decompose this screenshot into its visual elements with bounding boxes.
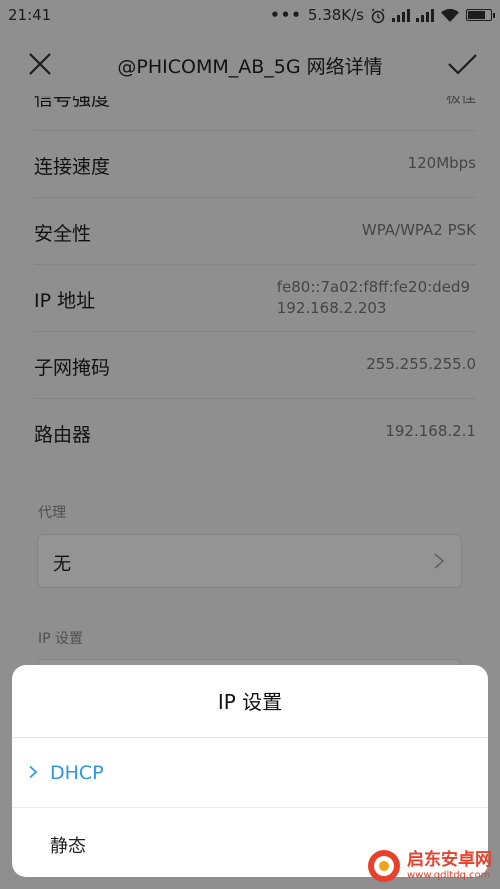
watermark-title: 启东安卓网 — [407, 849, 492, 870]
sheet-title: IP 设置 — [12, 665, 488, 738]
option-label: DHCP — [50, 762, 104, 784]
watermark-logo-icon — [368, 850, 400, 882]
watermark: 启东安卓网 www.qdltdq.com — [367, 849, 492, 883]
watermark-url: www.qdltdq.com — [407, 869, 491, 881]
watermark-text: 启东安卓网 www.qdltdq.com — [407, 849, 492, 882]
chevron-right-icon — [29, 765, 38, 779]
option-label: 静态 — [50, 836, 86, 857]
ip-settings-sheet: IP 设置 DHCP 静态 — [12, 665, 488, 877]
option-dhcp[interactable]: DHCP — [12, 738, 488, 808]
